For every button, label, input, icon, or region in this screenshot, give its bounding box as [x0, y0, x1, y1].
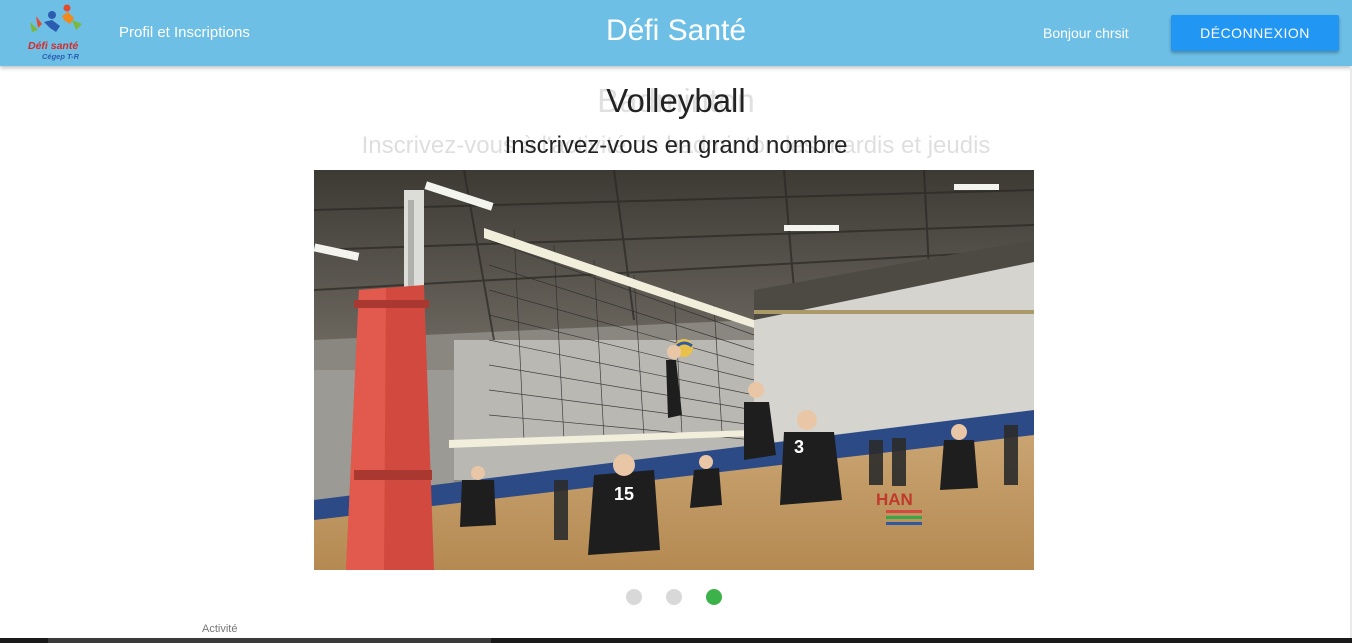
bottom-bar [0, 638, 1352, 643]
svg-text:3: 3 [794, 437, 804, 457]
slide-title: Volleyball [606, 82, 746, 119]
logo-text-line2: Cégep T-R [42, 52, 80, 61]
user-greeting: Bonjour chrsit [1043, 25, 1129, 41]
carousel-dot-2[interactable] [666, 589, 682, 605]
watermark-text: HAN [876, 490, 913, 509]
site-title: Défi Santé [605, 14, 747, 47]
volleyball-slide-image[interactable]: 15 3 HAN [314, 170, 1034, 570]
logout-button[interactable]: DÉCONNEXION [1171, 15, 1339, 51]
svg-text:15: 15 [614, 484, 634, 504]
carousel-dot-1[interactable] [626, 589, 642, 605]
top-navbar: Défi santé Cégep T-R Profil et Inscripti… [0, 0, 1352, 66]
activity-label: Activité [202, 623, 238, 635]
carousel-dot-3-active[interactable] [706, 589, 722, 605]
slide-subtitle: Inscrivez-vous en grand nombre [504, 132, 848, 159]
